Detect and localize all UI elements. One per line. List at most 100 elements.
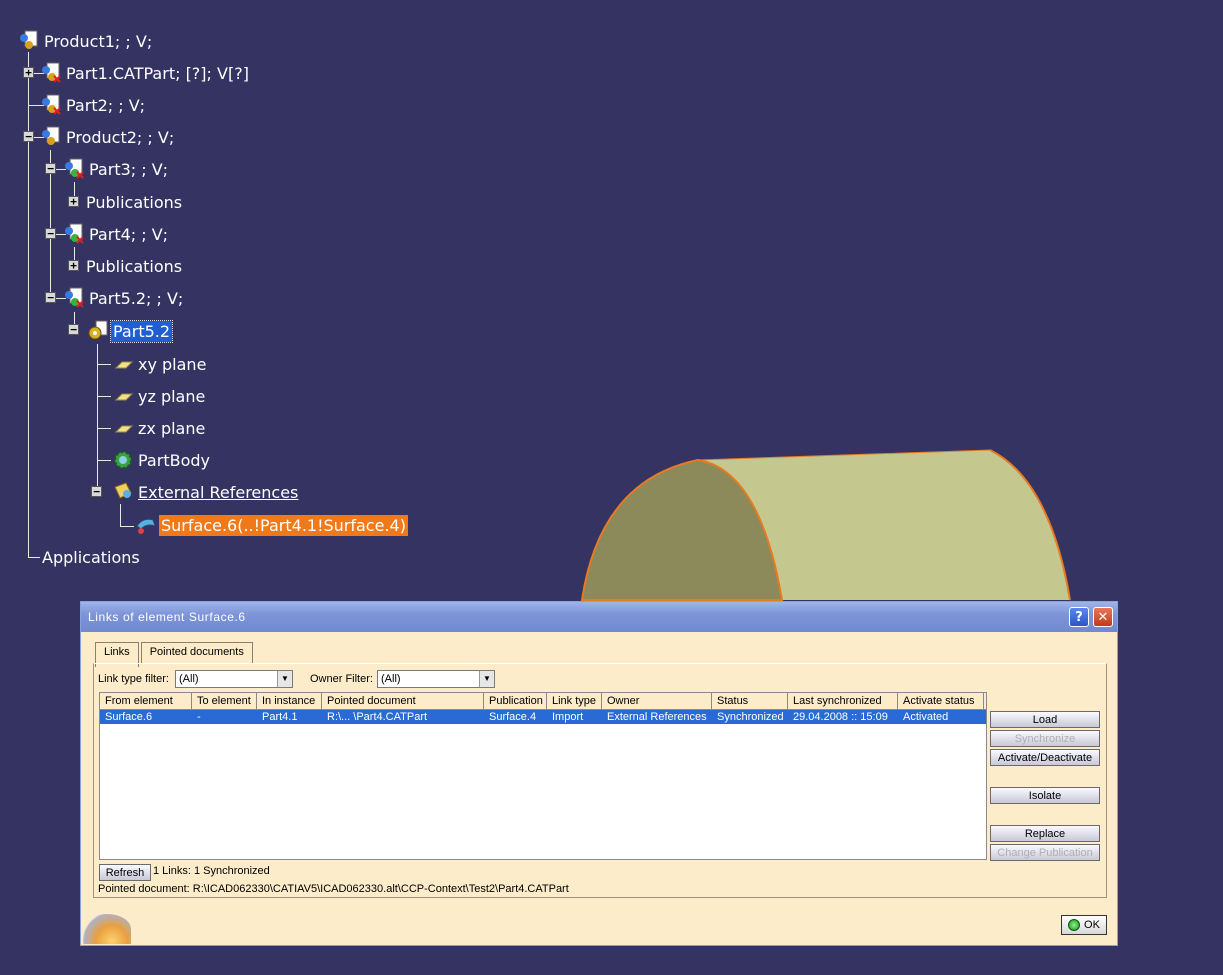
tree-node-partbody[interactable]: PartBody [112,447,212,473]
collapse-toggle[interactable]: − [45,163,56,174]
tree-node-external-references[interactable]: External References [112,479,300,505]
tree-node-part5-2[interactable]: Part5.2; ; V; [63,285,185,311]
table-cell: External References [607,711,707,723]
column-header[interactable]: Link type [547,693,602,709]
column-header[interactable]: Owner [602,693,712,709]
expand-toggle[interactable]: + [68,260,79,271]
ok-icon [1068,919,1081,931]
collapse-toggle[interactable]: − [45,228,56,239]
chevron-down-icon[interactable]: ▼ [479,671,494,687]
collapse-toggle[interactable]: − [68,324,79,335]
collapse-toggle[interactable]: − [45,292,56,303]
tree-node-label: Part5.2; ; V; [89,288,184,308]
column-header[interactable]: Last synchronized [788,693,898,709]
column-header[interactable]: To element [192,693,257,709]
tree-node-zx-plane[interactable]: zx plane [112,415,207,441]
tree-connector [97,396,111,397]
tree-connector [97,460,111,461]
isolate-button[interactable]: Isolate [990,787,1100,804]
dialog-title-bar[interactable]: Links of element Surface.6 [81,602,1117,632]
table-cell: R:\... \Part4.CATPart [327,711,428,723]
tree-node-label: Product2; ; V; [66,127,175,147]
column-header[interactable]: Publication [484,693,547,709]
product-icon [40,126,62,148]
expand-toggle[interactable]: + [23,67,34,78]
column-header[interactable]: In instance [257,693,322,709]
ok-button[interactable]: OK [1061,915,1107,935]
tab-pointed-documents[interactable]: Pointed documents [140,642,253,664]
tree-node-publications[interactable]: Publications [84,189,184,215]
column-header[interactable]: Status [712,693,788,709]
tree-node-product2[interactable]: Product2; ; V; [40,124,176,150]
tree-node-label: zx plane [138,418,206,438]
table-cell: Synchronized [717,711,784,723]
tree-connector [97,428,111,429]
help-button[interactable]: ? [1069,607,1089,627]
part-icon [63,223,85,245]
tree-node-part5-2-body[interactable]: Part5.2 [87,318,174,344]
link-type-filter-value: (All) [179,673,199,685]
links-table: From element To element In instance Poin… [99,692,987,860]
tree-node-label: Part1.CATPart; [?]; V[?] [66,63,249,83]
tree-node-part2[interactable]: Part2; ; V; [40,92,147,118]
part-icon [40,94,62,116]
close-button[interactable]: ✕ [1093,607,1113,627]
replace-button[interactable]: Replace [990,825,1100,842]
surface-icon [135,514,157,536]
owner-filter-select[interactable]: (All) ▼ [377,670,495,688]
part-icon [63,287,85,309]
table-cell: Surface.6 [105,711,153,723]
tree-node-label: Part2; ; V; [66,95,146,115]
table-cell: - [197,711,201,723]
collapse-toggle[interactable]: − [23,131,34,142]
column-header[interactable]: Activate status [898,693,984,709]
synchronize-button[interactable]: Synchronize [990,730,1100,747]
tree-node-yz-plane[interactable]: yz plane [112,383,207,409]
table-row[interactable]: Surface.6 - Part4.1 R:\... \Part4.CATPar… [100,710,986,724]
refresh-button[interactable]: Refresh [99,864,151,881]
tree-node-label: Publications [86,192,183,212]
cylinder-surface[interactable] [570,440,1090,605]
specification-tree: + − − + − + − − − Product1; ; V; Part1.C… [0,0,600,600]
help-icon: ? [1075,609,1083,625]
chevron-down-icon[interactable]: ▼ [277,671,292,687]
tree-node-product1[interactable]: Product1; ; V; [18,28,154,54]
table-header: From element To element In instance Poin… [100,693,986,710]
dialog-title: Links of element Surface.6 [88,610,246,624]
collapse-toggle[interactable]: − [91,486,102,497]
table-cell: Activated [903,711,949,723]
tree-node-surface6[interactable]: Surface.6(..!Part4.1!Surface.4) [135,512,408,538]
activate-deactivate-button[interactable]: Activate/Deactivate [990,749,1100,766]
external-references-icon [112,481,134,503]
change-publication-button[interactable]: Change Publication [990,844,1100,861]
column-header[interactable]: Pointed document [322,693,484,709]
tree-node-label: yz plane [138,386,206,406]
table-cell: Surface.4 [489,711,537,723]
table-cell: Import [552,711,584,723]
tree-node-part1[interactable]: Part1.CATPart; [?]; V[?] [40,60,251,86]
link-type-filter-select[interactable]: (All) ▼ [175,670,293,688]
tree-node-label: Part3; ; V; [89,159,169,179]
tree-node-label: PartBody [138,450,210,470]
tree-node-part4[interactable]: Part4; ; V; [63,221,170,247]
tree-node-part3[interactable]: Part3; ; V; [63,156,170,182]
product-icon [18,30,40,52]
plane-icon [112,353,134,375]
tree-node-publications[interactable]: Publications [84,253,184,279]
tree-node-label: Part4; ; V; [89,224,169,244]
part-icon [63,158,85,180]
tree-connector [97,344,98,492]
tree-node-label: xy plane [138,354,207,374]
tree-node-label: Publications [86,256,183,276]
tree-connector [120,526,134,527]
table-cell: 29.04.2008 :: 15:09 [793,711,888,723]
expand-toggle[interactable]: + [68,196,79,207]
tree-node-label: Product1; ; V; [44,31,153,51]
column-header[interactable]: From element [100,693,192,709]
tree-node-xy-plane[interactable]: xy plane [112,351,208,377]
load-button[interactable]: Load [990,711,1100,728]
link-type-filter-label: Link type filter: [98,673,169,685]
tree-connector [97,364,111,365]
body-gear-icon [112,449,134,471]
tree-node-applications[interactable]: Applications [40,544,142,570]
